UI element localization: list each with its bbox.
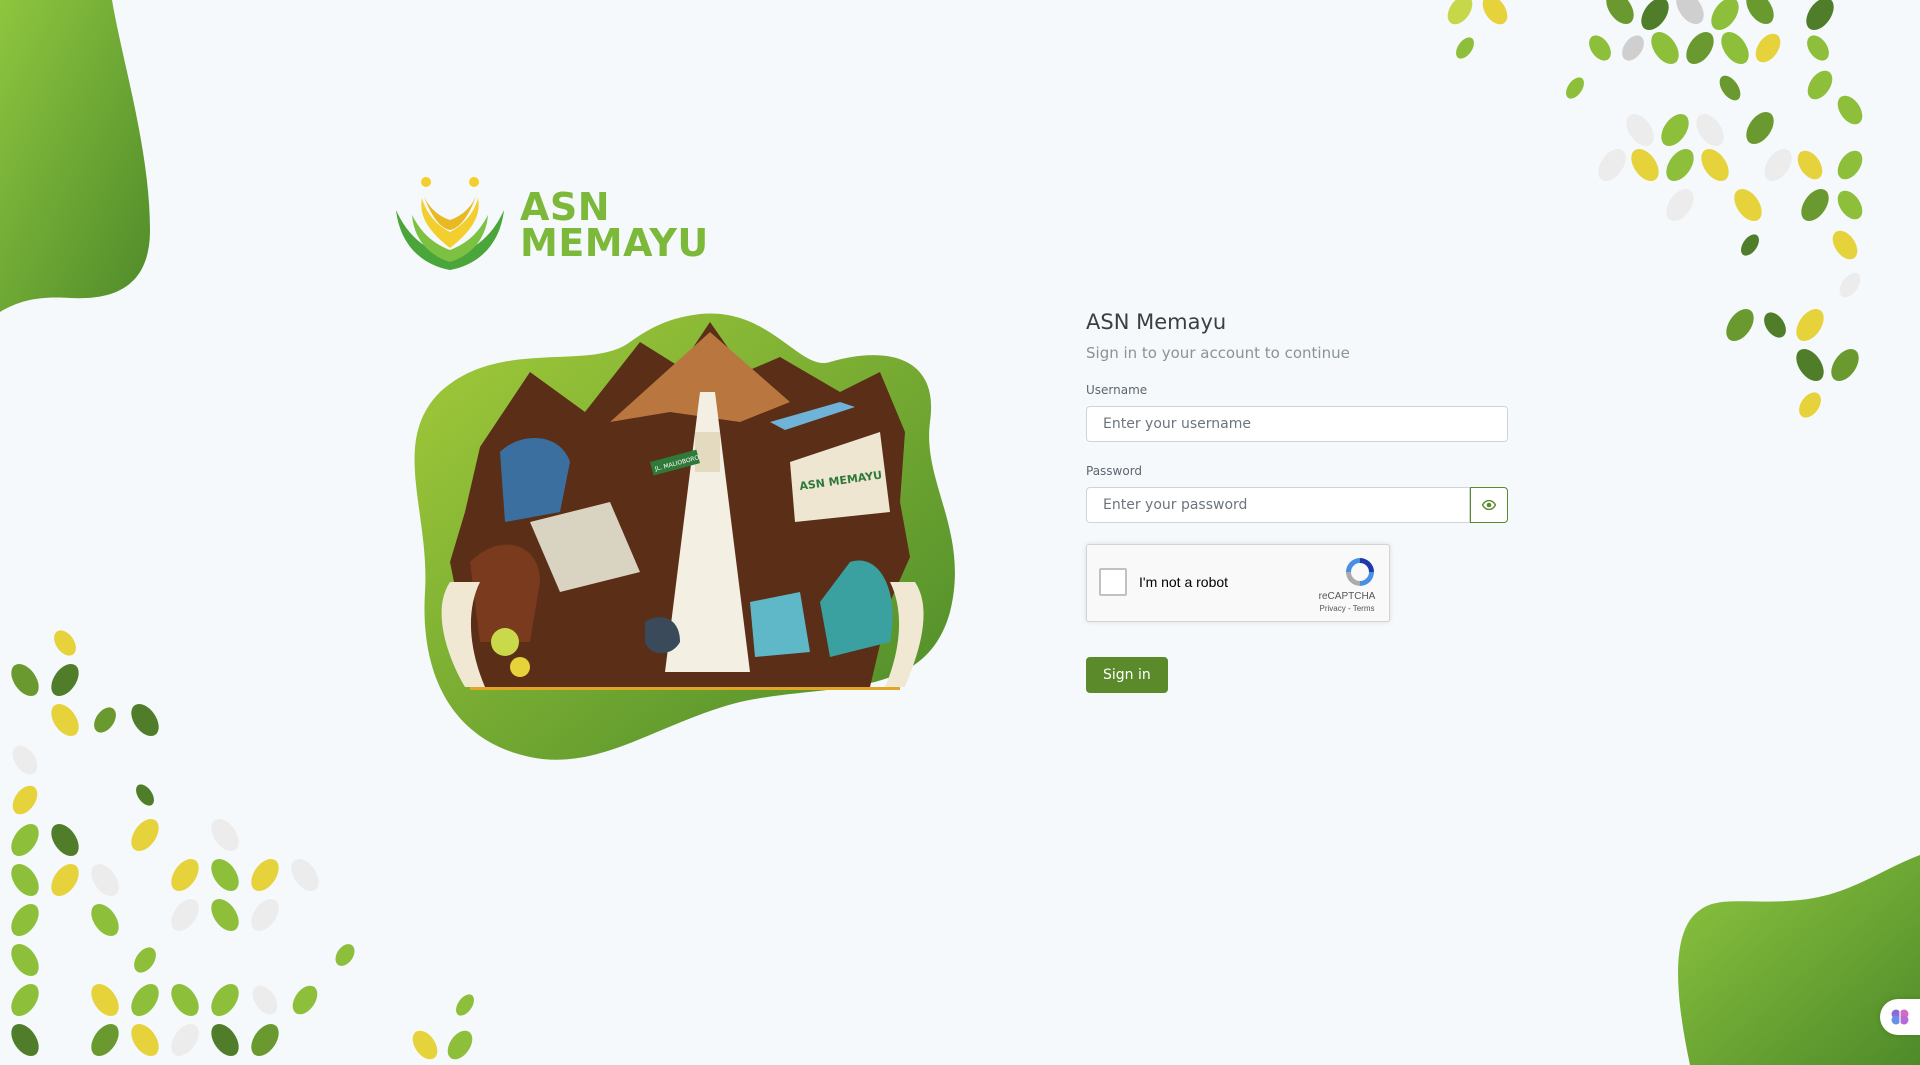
password-row bbox=[1086, 487, 1508, 523]
recaptcha-label: I'm not a robot bbox=[1139, 574, 1229, 590]
bottom-right-green-blob bbox=[1678, 855, 1920, 1065]
logo-text-line1: ASN bbox=[520, 185, 611, 229]
recaptcha-brand: reCAPTCHA bbox=[1318, 591, 1376, 602]
password-field-group: Password bbox=[1086, 464, 1508, 523]
username-label: Username bbox=[1086, 383, 1148, 397]
username-input[interactable] bbox=[1086, 406, 1508, 442]
hero-illustration: ASN MEMAYU JL. MALIOBORO bbox=[414, 313, 955, 760]
recaptcha-checkbox[interactable] bbox=[1099, 568, 1127, 596]
password-input[interactable] bbox=[1086, 487, 1470, 523]
toggle-password-visibility-button[interactable] bbox=[1470, 487, 1508, 523]
floating-assistant-widget[interactable] bbox=[1880, 999, 1920, 1035]
logo-text: ASN MEMAYU bbox=[520, 185, 709, 265]
brain-icon bbox=[1891, 1009, 1909, 1025]
logo-hands-heart-icon bbox=[396, 177, 504, 270]
top-left-green-blob bbox=[0, 0, 150, 312]
recaptcha-logo-icon bbox=[1346, 558, 1374, 586]
recaptcha-widget: I'm not a robot reCAPTCHA Privacy - Term… bbox=[1086, 544, 1390, 622]
login-title: ASN Memayu bbox=[1086, 310, 1227, 334]
login-subtitle: Sign in to your account to continue bbox=[1086, 344, 1350, 362]
logo-text-line2: MEMAYU bbox=[520, 221, 709, 265]
password-label: Password bbox=[1086, 464, 1143, 478]
recaptcha-privacy-terms-links[interactable]: Privacy - Terms bbox=[1317, 604, 1377, 613]
eye-icon bbox=[1482, 500, 1496, 510]
sign-in-button[interactable]: Sign in bbox=[1086, 657, 1168, 693]
username-field-group: Username bbox=[1086, 383, 1508, 442]
login-form: ASN Memayu Sign in to your account to co… bbox=[1086, 310, 1508, 693]
asn-memayu-logo: ASN MEMAYU bbox=[392, 170, 709, 280]
